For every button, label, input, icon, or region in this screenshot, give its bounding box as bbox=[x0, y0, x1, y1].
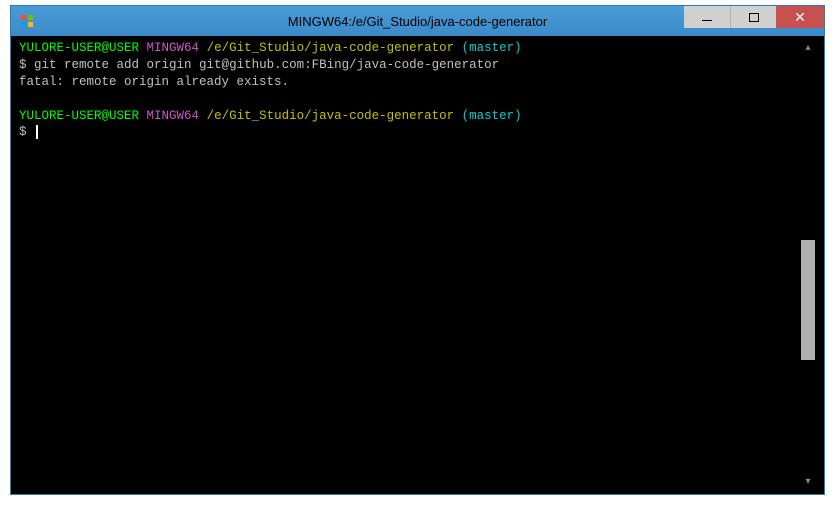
maximize-button[interactable] bbox=[730, 6, 776, 28]
scrollbar[interactable]: ▴ ▾ bbox=[800, 40, 816, 490]
scrollbar-up-arrow[interactable]: ▴ bbox=[800, 40, 816, 56]
prompt-path: /e/Git_Studio/java-code-generator bbox=[207, 109, 455, 123]
prompt-dollar: $ bbox=[19, 125, 27, 139]
terminal-window: MINGW64:/e/Git_Studio/java-code-generato… bbox=[10, 5, 825, 495]
close-button[interactable]: ✕ bbox=[776, 6, 824, 28]
window-title: MINGW64:/e/Git_Studio/java-code-generato… bbox=[288, 14, 547, 29]
scrollbar-down-arrow[interactable]: ▾ bbox=[800, 474, 816, 490]
prompt-user: YULORE-USER@USER bbox=[19, 109, 139, 123]
prompt-branch: (master) bbox=[462, 41, 522, 55]
command-text: git remote add origin git@github.com:FBi… bbox=[34, 58, 499, 72]
prompt-branch: (master) bbox=[462, 109, 522, 123]
cursor bbox=[36, 125, 38, 139]
prompt-host: MINGW64 bbox=[147, 41, 200, 55]
scrollbar-thumb[interactable] bbox=[801, 240, 815, 360]
scrollbar-track[interactable]: ▴ ▾ bbox=[800, 40, 816, 490]
titlebar[interactable]: MINGW64:/e/Git_Studio/java-code-generato… bbox=[11, 6, 824, 36]
prompt-path: /e/Git_Studio/java-code-generator bbox=[207, 41, 455, 55]
minimize-button[interactable] bbox=[684, 6, 730, 28]
prompt-user: YULORE-USER@USER bbox=[19, 41, 139, 55]
output-text: fatal: remote origin already exists. bbox=[19, 75, 289, 89]
app-icon bbox=[19, 13, 35, 29]
prompt-dollar: $ bbox=[19, 58, 27, 72]
window-controls: ✕ bbox=[684, 6, 824, 28]
terminal-content[interactable]: YULORE-USER@USER MINGW64 /e/Git_Studio/j… bbox=[19, 40, 800, 490]
prompt-host: MINGW64 bbox=[147, 109, 200, 123]
terminal-body[interactable]: YULORE-USER@USER MINGW64 /e/Git_Studio/j… bbox=[11, 36, 824, 494]
